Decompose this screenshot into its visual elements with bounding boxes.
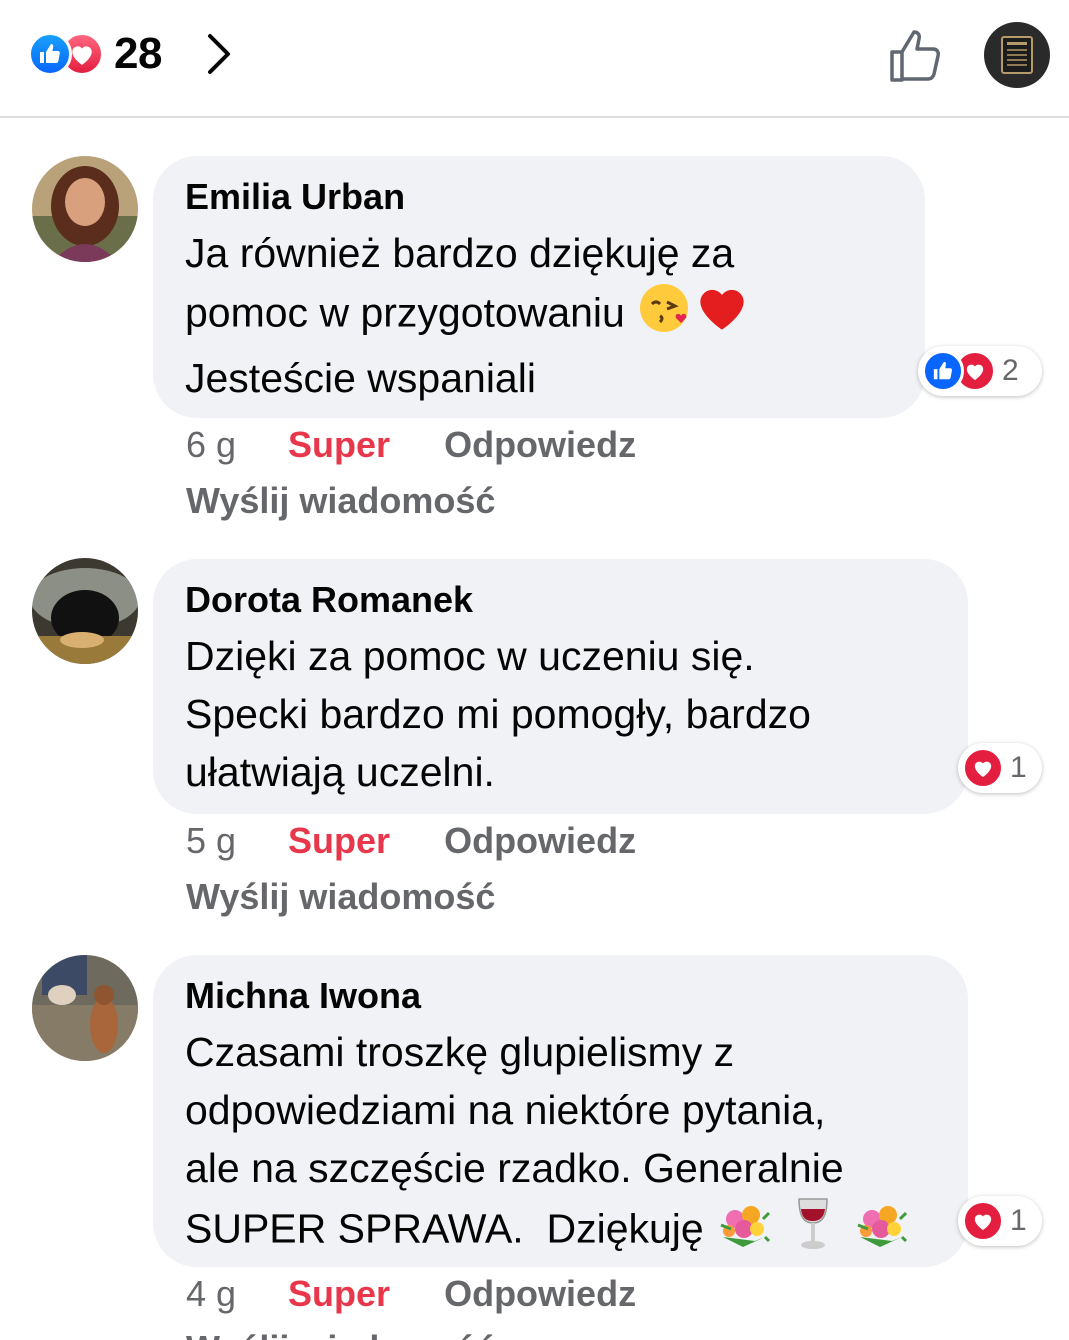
kissing-face-emoji [638,282,690,349]
chevron-right-icon[interactable] [200,30,236,78]
bouquet-emoji [854,1197,908,1266]
bouquet-emoji [717,1197,771,1266]
comment-line: ułatwiają uczelni. [185,749,495,795]
comment-author[interactable]: Dorota Romanek [185,579,936,621]
comment-time[interactable]: 6 g [186,424,236,466]
comment-line: Ja również bardzo dziękuję za [185,230,735,276]
red-heart-emoji [696,283,748,348]
comment-bubble[interactable]: Michna Iwona Czasami troszkę glupielismy… [153,955,968,1267]
reactions-summary[interactable]: 28 [28,29,162,78]
avatar[interactable] [32,156,138,262]
book-icon[interactable] [984,22,1050,88]
comment-line: ale na szczęście rzadko. Generalnie [185,1145,844,1191]
send-message-button[interactable]: Wyślij wiadomość [186,1328,495,1340]
comment-line: odpowiedziami na niektóre pytania, [185,1087,826,1133]
comment-time[interactable]: 4 g [186,1273,236,1315]
comment-bubble[interactable]: Emilia Urban Ja również bardzo dziękuję … [153,156,925,418]
comment-author[interactable]: Emilia Urban [185,176,893,218]
comment-actions: 6 g Super Odpowiedz [186,424,636,466]
comment-bubble[interactable]: Dorota Romanek Dzięki za pomoc w uczeniu… [153,559,968,814]
reactions-header: 28 [0,0,1069,118]
like-icon [922,350,964,392]
comment-line: Specki bardzo mi pomogły, bardzo [185,691,811,737]
comment-line: Jesteście wspaniali [185,355,536,401]
comment-line: Czasami troszkę glupielismy z [185,1029,735,1075]
reaction-count: 1 [1010,1204,1027,1237]
comment-reactions[interactable]: 2 [918,346,1042,396]
reaction-count: 1 [1010,751,1027,784]
love-icon [962,1200,1004,1242]
comment-text: Ja również bardzo dziękuję za pomoc w pr… [185,224,893,407]
comment-line: SUPER SPRAWA. Dziękuję [185,1197,936,1266]
reply-button[interactable]: Odpowiedz [444,820,636,862]
send-message-button[interactable]: Wyślij wiadomość [186,480,495,522]
reaction-count: 28 [114,29,162,78]
super-button[interactable]: Super [288,1273,390,1315]
comment-reactions[interactable]: 1 [958,1196,1042,1246]
comment-text: Czasami troszkę glupielismy z odpowiedzi… [185,1023,936,1266]
thumbs-up-icon[interactable] [884,24,948,88]
avatar[interactable] [32,558,138,664]
comment-time[interactable]: 5 g [186,820,236,862]
avatar[interactable] [32,955,138,1061]
like-icon [28,32,72,76]
comment-reactions[interactable]: 1 [958,743,1042,793]
comment-author[interactable]: Michna Iwona [185,975,936,1017]
comment-text: Dzięki za pomoc w uczeniu się. Specki ba… [185,627,936,801]
super-button[interactable]: Super [288,820,390,862]
comment-actions: 5 g Super Odpowiedz [186,820,636,862]
wine-glass-emoji [795,1197,831,1266]
reaction-count: 2 [1002,354,1019,387]
comment-line: Dzięki za pomoc w uczeniu się. [185,633,755,679]
comment-line: pomoc w przygotowaniu [185,282,893,349]
reply-button[interactable]: Odpowiedz [444,424,636,466]
reply-button[interactable]: Odpowiedz [444,1273,636,1315]
love-icon [962,747,1004,789]
comment-actions: 4 g Super Odpowiedz [186,1273,636,1315]
send-message-button[interactable]: Wyślij wiadomość [186,876,495,918]
super-button[interactable]: Super [288,424,390,466]
